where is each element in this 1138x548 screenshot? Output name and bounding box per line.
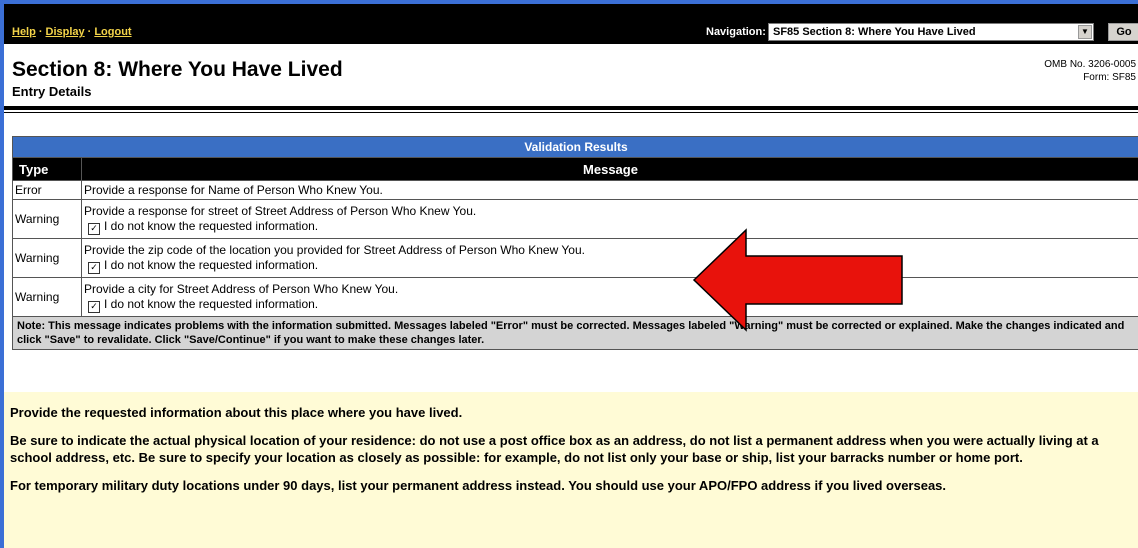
- link-separator: ·: [38, 26, 43, 38]
- table-row: Error Provide a response for Name of Per…: [12, 180, 1138, 200]
- instructions-panel: Provide the requested information about …: [4, 392, 1138, 548]
- display-link[interactable]: Display: [46, 26, 85, 38]
- page-title: Section 8: Where You Have Lived: [12, 58, 343, 81]
- instruction-paragraph: For temporary military duty locations un…: [10, 478, 947, 493]
- navigation-label: Navigation:: [706, 26, 766, 38]
- navigation-selected-value: SF85 Section 8: Where You Have Lived: [773, 26, 976, 38]
- form-number: Form: SF85: [1083, 72, 1136, 83]
- top-links: Help · Display · Logout: [12, 26, 132, 38]
- row-type: Warning: [12, 199, 82, 239]
- row-type: Error: [12, 180, 82, 200]
- logout-link[interactable]: Logout: [94, 26, 131, 38]
- table-row: Warning Provide the zip code of the loca…: [12, 238, 1138, 278]
- unknown-checkbox[interactable]: ✓: [88, 222, 100, 235]
- top-nav-bar: Help · Display · Logout Navigation: SF85 Sec…: [4, 4, 1138, 44]
- row-message: Provide a response for Name of Person Wh…: [81, 180, 1138, 200]
- unknown-checkbox[interactable]: ✓: [88, 300, 100, 313]
- type-column-header: Type: [12, 157, 82, 181]
- omb-info: OMB No. 3206-0005 Form: SF85: [1044, 58, 1136, 84]
- omb-number: OMB No. 3206-0005: [1044, 59, 1136, 70]
- page-subtitle: Entry Details: [12, 84, 92, 99]
- help-link[interactable]: Help: [12, 26, 36, 38]
- header-divider: [4, 106, 1138, 110]
- navigation-select[interactable]: SF85 Section 8: Where You Have Lived ▼: [768, 23, 1094, 41]
- unknown-checkbox-label: I do not know the requested information.: [104, 218, 319, 233]
- red-arrow-icon: [692, 228, 903, 332]
- validation-results-table: Validation Results Type Message Error Pr…: [12, 136, 1138, 350]
- header-divider-thin: [4, 112, 1138, 113]
- row-type: Warning: [12, 238, 82, 278]
- table-row: Warning Provide a response for street of…: [12, 199, 1138, 239]
- unknown-checkbox[interactable]: ✓: [88, 261, 100, 274]
- chevron-down-icon[interactable]: ▼: [1078, 25, 1092, 39]
- unknown-info-option: ✓ I do not know the requested information…: [84, 258, 1137, 274]
- table-row: Warning Provide a city for Street Addres…: [12, 277, 1138, 317]
- message-column-header: Message: [81, 157, 1138, 181]
- row-message: Provide a response for street of Street …: [84, 203, 477, 218]
- unknown-info-option: ✓ I do not know the requested information…: [84, 297, 1137, 313]
- link-separator: ·: [87, 26, 92, 38]
- unknown-checkbox-label: I do not know the requested information.: [104, 257, 319, 272]
- instruction-paragraph: Provide the requested information about …: [10, 405, 463, 420]
- validation-note: Note: This message indicates problems wi…: [12, 316, 1138, 350]
- row-message: Provide the zip code of the location you…: [84, 242, 585, 257]
- row-type: Warning: [12, 277, 82, 317]
- instruction-paragraph: Be sure to indicate the actual physical …: [10, 433, 1099, 465]
- validation-title: Validation Results: [12, 136, 1138, 158]
- unknown-info-option: ✓ I do not know the requested information…: [84, 219, 1137, 235]
- unknown-checkbox-label: I do not know the requested information.: [104, 296, 319, 311]
- row-message: Provide a city for Street Address of Per…: [84, 281, 399, 296]
- go-button[interactable]: Go: [1108, 23, 1138, 41]
